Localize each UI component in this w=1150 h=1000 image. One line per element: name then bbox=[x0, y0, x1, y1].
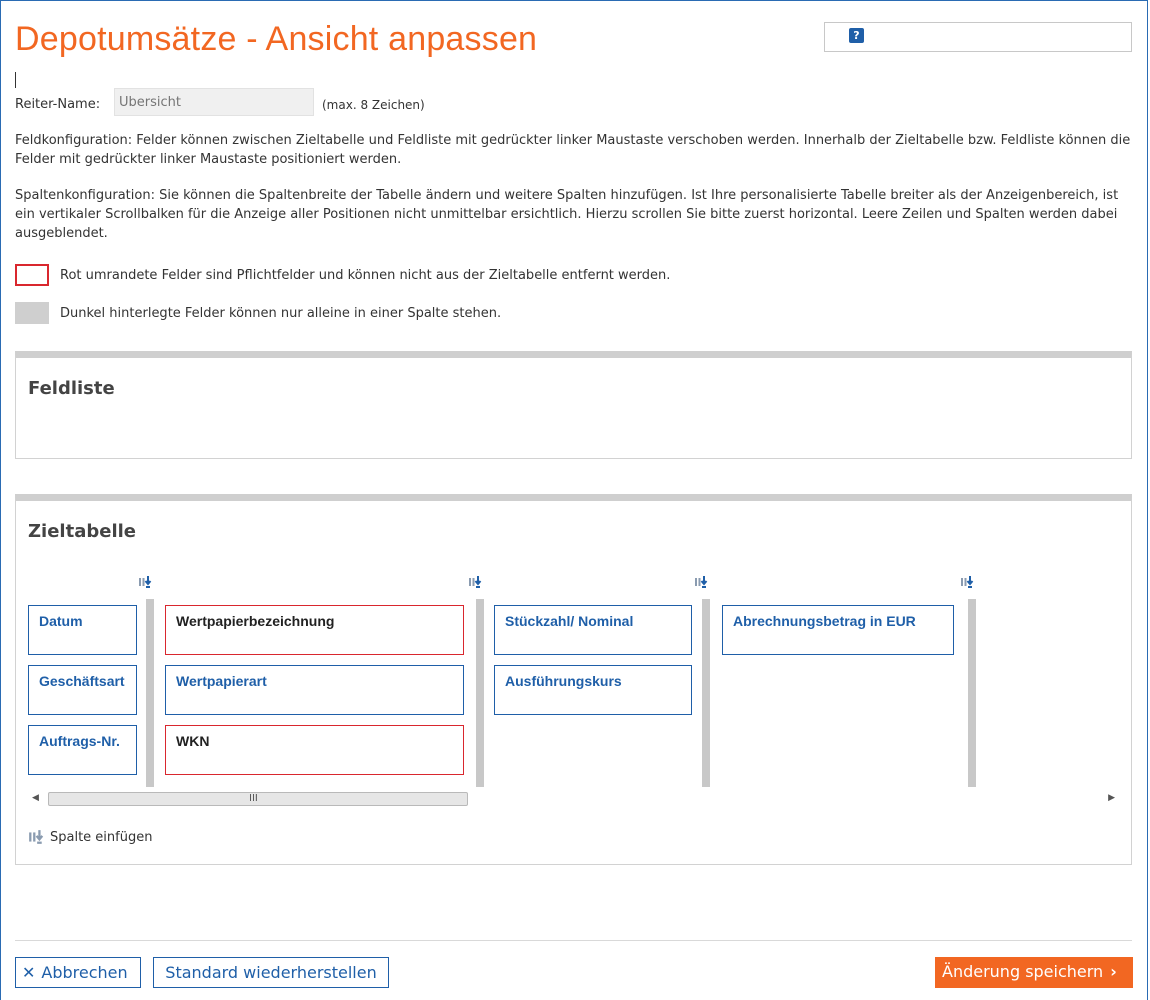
insert-column-icon[interactable] bbox=[960, 575, 974, 589]
add-column-label: Spalte einfügen bbox=[50, 830, 153, 845]
field-abrechnungsbetrag[interactable]: Abrechnungsbetrag in EUR bbox=[722, 605, 954, 655]
insert-column-icon[interactable] bbox=[138, 575, 152, 589]
text-cursor bbox=[15, 72, 16, 88]
zieltabelle-title: Zieltabelle bbox=[28, 521, 136, 542]
feldkonfiguration-text: Feldkonfiguration: Felder können zwische… bbox=[15, 133, 1131, 167]
field-stueckzahl-nominal[interactable]: Stückzahl/ Nominal bbox=[494, 605, 692, 655]
scrollbar-grip-icon: III bbox=[249, 793, 258, 804]
single-column-legend-text: Dunkel hinterlegte Felder können nur all… bbox=[60, 306, 502, 321]
zieltabelle-panel: Zieltabelle Datum Geschäftsart Auftrags-… bbox=[15, 494, 1132, 865]
column-resize-handle[interactable] bbox=[146, 599, 154, 787]
chevron-right-icon: › bbox=[1110, 962, 1117, 981]
close-icon: ✕ bbox=[22, 963, 36, 982]
save-label: Änderung speichern bbox=[942, 962, 1104, 981]
field-wkn[interactable]: WKN bbox=[165, 725, 464, 775]
single-column-legend-swatch bbox=[15, 302, 49, 324]
field-wertpapierart[interactable]: Wertpapierart bbox=[165, 665, 464, 715]
feldliste-title: Feldliste bbox=[28, 378, 115, 399]
field-ausfuehrungskurs[interactable]: Ausführungskurs bbox=[494, 665, 692, 715]
insert-column-icon[interactable] bbox=[694, 575, 708, 589]
cancel-button[interactable]: ✕ Abbrechen bbox=[15, 957, 141, 988]
insert-column-icon[interactable] bbox=[468, 575, 482, 589]
required-legend-swatch bbox=[15, 264, 49, 286]
help-box: ? bbox=[824, 22, 1132, 52]
column-resize-handle[interactable] bbox=[968, 599, 976, 787]
reiter-name-hint: (max. 8 Zeichen) bbox=[322, 98, 425, 112]
save-button[interactable]: Änderung speichern › bbox=[935, 957, 1133, 988]
required-legend-text: Rot umrandete Felder sind Pflichtfelder … bbox=[60, 268, 671, 283]
footer-divider bbox=[15, 940, 1132, 941]
feldliste-panel: Feldliste bbox=[15, 351, 1132, 459]
reiter-name-input[interactable] bbox=[114, 88, 314, 116]
spaltenkonfiguration-text: Spaltenkonfiguration: Sie können die Spa… bbox=[15, 188, 1119, 241]
scrollbar-thumb[interactable]: III bbox=[48, 792, 468, 806]
restore-default-button[interactable]: Standard wiederherstellen bbox=[153, 957, 389, 988]
horizontal-scrollbar[interactable]: ◀ III ▶ bbox=[28, 791, 1121, 809]
cancel-label: Abbrechen bbox=[41, 963, 128, 982]
help-icon[interactable]: ? bbox=[849, 28, 864, 43]
column-resize-handle[interactable] bbox=[702, 599, 710, 787]
field-geschaeftsart[interactable]: Geschäftsart bbox=[28, 665, 137, 715]
field-auftrags-nr[interactable]: Auftrags-Nr. bbox=[28, 725, 137, 775]
column-resize-handle[interactable] bbox=[476, 599, 484, 787]
field-wertpapierbezeichnung[interactable]: Wertpapierbezeichnung bbox=[165, 605, 464, 655]
field-datum[interactable]: Datum bbox=[28, 605, 137, 655]
scroll-right-icon[interactable]: ▶ bbox=[1108, 793, 1115, 803]
reiter-name-label: Reiter-Name: bbox=[15, 97, 101, 112]
page-title: Depotumsätze - Ansicht anpassen bbox=[15, 20, 538, 58]
insert-column-icon bbox=[28, 829, 44, 849]
scroll-left-icon[interactable]: ◀ bbox=[32, 793, 39, 803]
